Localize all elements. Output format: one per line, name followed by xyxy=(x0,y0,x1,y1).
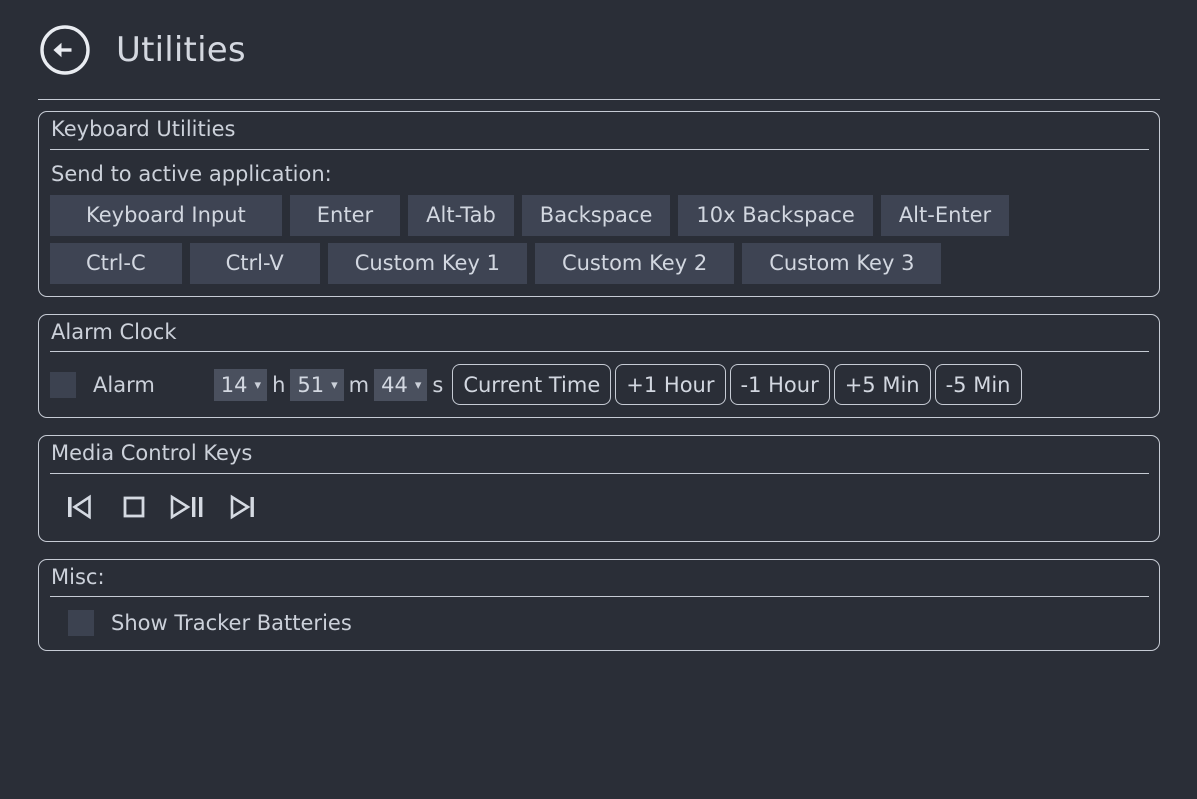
keyboard-utilities-group: Keyboard Utilities Send to active applic… xyxy=(38,111,1160,297)
stop-icon xyxy=(123,496,145,517)
alarm-minute-select[interactable]: 51 ▾ xyxy=(290,368,344,401)
previous-track-icon xyxy=(68,494,91,519)
media-button-row xyxy=(50,484,1148,529)
alarm-clock-body: Alarm 14 ▾ h 51 ▾ m 44 ▾ s Current Time … xyxy=(39,352,1159,417)
alarm-checkbox-label: Alarm xyxy=(93,372,155,397)
misc-group: Misc: Show Tracker Batteries xyxy=(38,558,1160,652)
alarm-second-value: 44 xyxy=(381,372,408,397)
group-title-keyboard-utilities: Keyboard Utilities xyxy=(51,117,236,141)
back-arrow-circle-icon xyxy=(40,25,90,75)
next-track-icon xyxy=(230,494,254,519)
minus-1-hour-button[interactable]: -1 Hour xyxy=(729,364,830,406)
10x-backspace-button[interactable]: 10x Backspace xyxy=(678,194,873,236)
misc-body: Show Tracker Batteries xyxy=(39,597,1159,650)
media-control-keys-group: Media Control Keys xyxy=(38,435,1160,542)
show-tracker-batteries-checkbox[interactable] xyxy=(68,610,94,637)
stop-button[interactable] xyxy=(110,487,158,527)
send-to-active-application-label: Send to active application: xyxy=(51,161,332,186)
custom-key-2-button[interactable]: Custom Key 2 xyxy=(534,242,735,284)
alt-enter-button[interactable]: Alt-Enter xyxy=(880,194,1010,236)
keyboard-input-button[interactable]: Keyboard Input xyxy=(50,194,282,236)
alt-tab-button[interactable]: Alt-Tab xyxy=(408,194,514,236)
page-header: Utilities xyxy=(0,0,1197,100)
custom-key-1-button[interactable]: Custom Key 1 xyxy=(327,242,527,284)
keyboard-button-row-1: Keyboard Input Enter Alt-Tab Backspace 1… xyxy=(50,194,1148,236)
chevron-down-icon: ▾ xyxy=(331,378,338,394)
alarm-row: Alarm 14 ▾ h 51 ▾ m 44 ▾ s Current Time … xyxy=(50,362,1148,406)
group-title-misc: Misc: xyxy=(51,564,105,589)
ctrl-c-button[interactable]: Ctrl-C xyxy=(50,242,182,284)
content-area: Keyboard Utilities Send to active applic… xyxy=(0,100,1197,652)
custom-key-3-button[interactable]: Custom Key 3 xyxy=(742,242,942,284)
play-pause-icon xyxy=(170,494,203,519)
previous-track-button[interactable] xyxy=(56,487,104,527)
keyboard-utilities-body: Send to active application: Keyboard Inp… xyxy=(39,150,1159,296)
enter-button[interactable]: Enter xyxy=(289,194,401,236)
chevron-down-icon: ▾ xyxy=(254,378,262,394)
group-title-alarm-clock: Alarm Clock xyxy=(51,319,177,344)
backspace-button[interactable]: Backspace xyxy=(521,194,671,236)
chevron-down-icon: ▾ xyxy=(414,378,422,394)
ctrl-v-button[interactable]: Ctrl-V xyxy=(189,242,320,284)
group-title-media-control-keys: Media Control Keys xyxy=(51,441,253,466)
minus-5-min-button[interactable]: -5 Min xyxy=(934,364,1022,406)
plus-1-hour-button[interactable]: +1 Hour xyxy=(615,364,726,406)
alarm-clock-group: Alarm Clock Alarm 14 ▾ h 51 ▾ m 44 ▾ s C… xyxy=(38,313,1160,419)
back-button[interactable] xyxy=(38,23,92,77)
alarm-hour-value: 14 xyxy=(220,372,248,397)
alarm-second-select[interactable]: 44 ▾ xyxy=(374,368,428,401)
alarm-minute-unit: m xyxy=(348,372,370,397)
show-tracker-batteries-label: Show Tracker Batteries xyxy=(111,611,352,636)
page-title: Utilities xyxy=(116,30,246,70)
show-tracker-batteries-row: Show Tracker Batteries xyxy=(50,607,1148,638)
header-divider xyxy=(38,99,1160,100)
keyboard-button-row-2: Ctrl-C Ctrl-V Custom Key 1 Custom Key 2 … xyxy=(50,242,1148,284)
alarm-minute-value: 51 xyxy=(297,372,325,397)
media-control-body xyxy=(39,474,1159,541)
play-pause-button[interactable] xyxy=(164,487,212,527)
alarm-hour-unit: h xyxy=(272,372,286,397)
alarm-second-unit: s xyxy=(432,372,444,397)
alarm-checkbox[interactable] xyxy=(50,371,76,398)
current-time-button[interactable]: Current Time xyxy=(452,364,612,406)
next-track-button[interactable] xyxy=(218,487,266,527)
alarm-hour-select[interactable]: 14 ▾ xyxy=(213,368,268,401)
plus-5-min-button[interactable]: +5 Min xyxy=(833,364,931,406)
